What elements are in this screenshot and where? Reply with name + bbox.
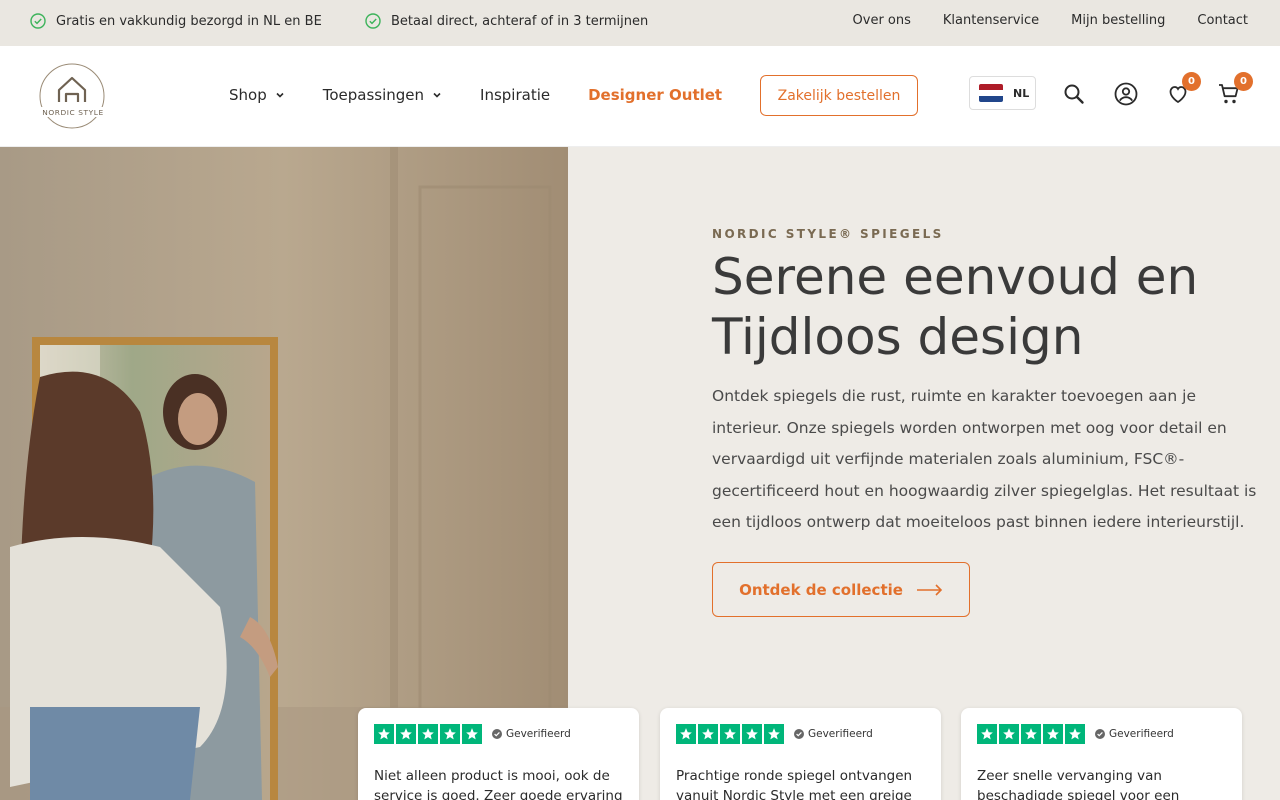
language-label: NL: [1013, 86, 1030, 100]
verified-text: Geverifieerd: [1109, 728, 1174, 740]
hero-eyebrow: NORDIC STYLE® SPIEGELS: [712, 227, 944, 241]
hero-section: NORDIC STYLE® SPIEGELS Serene eenvoud en…: [0, 147, 1280, 800]
star-icon: [418, 724, 438, 744]
account-icon[interactable]: [1114, 82, 1138, 106]
star-icon: [698, 724, 718, 744]
review-text: Prachtige ronde spiegel ontvangen vanuit…: [676, 768, 913, 800]
nav-designer-outlet[interactable]: Designer Outlet: [588, 86, 722, 104]
star-icon: [977, 724, 997, 744]
review-card: Geverifieerd Prachtige ronde spiegel ont…: [660, 708, 941, 800]
top-bar: Gratis en vakkundig bezorgd in NL en BE …: [0, 0, 1280, 46]
rating-stars: Geverifieerd: [676, 724, 925, 744]
top-links: Over ons Klantenservice Mijn bestelling …: [821, 13, 1248, 28]
star-icon: [1021, 724, 1041, 744]
language-selector[interactable]: NL: [969, 76, 1036, 110]
star-icon: [999, 724, 1019, 744]
verified-label: Geverifieerd: [1095, 728, 1174, 740]
nav-inspiratie-label: Inspiratie: [480, 86, 551, 104]
link-klantenservice[interactable]: Klantenservice: [943, 13, 1039, 28]
usp-delivery: Gratis en vakkundig bezorgd in NL en BE: [30, 13, 322, 29]
cta-label: Ontdek de collectie: [739, 580, 903, 599]
rating-stars: Geverifieerd: [977, 724, 1226, 744]
main-nav: Shop Toepassingen Inspiratie Designer Ou…: [229, 86, 760, 104]
nav-toepassingen-label: Toepassingen: [322, 86, 425, 104]
star-icon: [720, 724, 740, 744]
verified-check-icon: [1095, 729, 1105, 739]
nav-shop[interactable]: Shop: [229, 86, 285, 104]
chevron-down-icon: [433, 92, 441, 98]
nav-outlet-label: Designer Outlet: [588, 86, 723, 104]
star-icon: [462, 724, 482, 744]
usp-delivery-text: Gratis en vakkundig bezorgd in NL en BE: [56, 13, 322, 29]
wishlist-count-badge: 0: [1182, 72, 1201, 91]
usp-payment: Betaal direct, achteraf of in 3 termijne…: [365, 13, 648, 29]
verified-check-icon: [794, 729, 804, 739]
business-order-button[interactable]: Zakelijk bestellen: [760, 75, 918, 116]
nav-toepassingen[interactable]: Toepassingen: [323, 86, 442, 104]
usp-payment-text: Betaal direct, achteraf of in 3 termijne…: [391, 13, 649, 29]
link-contact[interactable]: Contact: [1197, 13, 1248, 28]
nav-shop-label: Shop: [229, 86, 267, 104]
star-icon: [1043, 724, 1063, 744]
verified-text: Geverifieerd: [808, 728, 873, 740]
star-icon: [742, 724, 762, 744]
star-icon: [396, 724, 416, 744]
review-text: Zeer snelle vervanging van beschadigde s…: [977, 768, 1180, 800]
hero-description: Ontdek spiegels die rust, ruimte en kara…: [712, 387, 1257, 531]
verified-text: Geverifieerd: [506, 728, 571, 740]
check-circle-icon: [30, 13, 46, 29]
star-icon: [676, 724, 696, 744]
hero-photo-woman-with-mirror: [0, 147, 568, 800]
cart-count-badge: 0: [1234, 72, 1253, 91]
verified-check-icon: [492, 729, 502, 739]
rating-stars: Geverifieerd: [374, 724, 623, 744]
review-text: Niet alleen product is mooi, ook de serv…: [374, 768, 623, 800]
star-icon: [764, 724, 784, 744]
link-over-ons[interactable]: Over ons: [853, 13, 911, 28]
review-card: Geverifieerd Niet alleen product is mooi…: [358, 708, 639, 800]
headline-line-2: Tijdloos design: [712, 308, 1084, 366]
star-icon: [440, 724, 460, 744]
search-icon[interactable]: [1062, 82, 1086, 106]
star-icon: [1065, 724, 1085, 744]
headline-line-1: Serene eenvoud en: [712, 248, 1199, 306]
arrow-right-icon: [916, 583, 943, 596]
verified-label: Geverifieerd: [794, 728, 873, 740]
verified-label: Geverifieerd: [492, 728, 571, 740]
main-header: NORDIC STYLE Shop Toepassingen Inspirati…: [0, 46, 1280, 147]
nav-inspiratie[interactable]: Inspiratie: [480, 86, 550, 104]
hero-headline: Serene eenvoud en Tijdloos design: [712, 247, 1272, 367]
discover-collection-button[interactable]: Ontdek de collectie: [712, 562, 970, 617]
svg-text:NORDIC STYLE: NORDIC STYLE: [42, 108, 104, 117]
star-icon: [374, 724, 394, 744]
link-mijn-bestelling[interactable]: Mijn bestelling: [1071, 13, 1165, 28]
chevron-down-icon: [276, 92, 284, 98]
review-card: Geverifieerd Zeer snelle vervanging van …: [961, 708, 1242, 800]
check-circle-icon: [365, 13, 381, 29]
dutch-flag-icon: [979, 84, 1003, 102]
nordic-style-logo[interactable]: NORDIC STYLE: [28, 62, 118, 130]
